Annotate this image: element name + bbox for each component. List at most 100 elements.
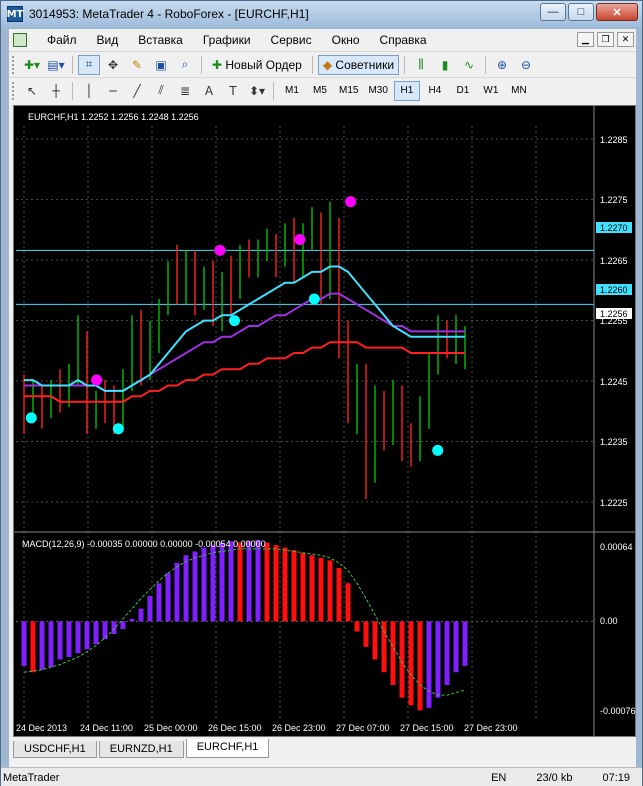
- macd-bar: [264, 542, 270, 622]
- close-button[interactable]: ✕: [596, 3, 638, 21]
- menu-charts[interactable]: Графики: [193, 29, 261, 51]
- zoom-out-icon[interactable]: ⊖: [515, 55, 537, 75]
- mdi-close-button[interactable]: ✕: [617, 32, 634, 47]
- data-window-icon[interactable]: ✎: [126, 55, 148, 75]
- macd-bar: [21, 621, 27, 666]
- timeframe-h1[interactable]: H1: [393, 80, 420, 101]
- mdi-minimize-button[interactable]: ▁: [577, 32, 594, 47]
- menu-help[interactable]: Справка: [370, 29, 437, 51]
- clock: 07:19: [602, 771, 630, 784]
- vertical-line-icon[interactable]: │: [78, 81, 100, 101]
- macd-bar: [156, 583, 162, 622]
- macd-label: 0.00: [600, 616, 618, 626]
- sell-signal-dot: [91, 374, 103, 386]
- horizontal-line-icon[interactable]: ─: [102, 81, 124, 101]
- zoom-in-icon[interactable]: ⊕: [491, 55, 513, 75]
- horizontal-lines[interactable]: [16, 249, 594, 305]
- price-chart[interactable]: EURCHF,H1 1.2252 1.2256 1.2248 1.2256 MA…: [14, 106, 635, 736]
- timeframe-m1[interactable]: M1: [279, 81, 305, 101]
- macd-bar: [273, 545, 279, 622]
- toolbar-grip[interactable]: [12, 81, 16, 100]
- time-label: 27 Dec 15:00: [400, 723, 454, 733]
- macd-bar: [417, 621, 423, 711]
- timeframe-h4[interactable]: H4: [422, 81, 448, 101]
- mdi-restore-button[interactable]: ❐: [597, 32, 614, 47]
- timeframe-m5[interactable]: M5: [307, 81, 333, 101]
- macd-bar: [210, 545, 216, 622]
- macd-bar: [435, 621, 441, 698]
- menu-view[interactable]: Вид: [87, 29, 129, 51]
- toolbar-grip[interactable]: [12, 55, 16, 74]
- macd-histogram: [16, 540, 594, 711]
- buy-signal-dot: [25, 412, 37, 424]
- macd-signal-line: [23, 548, 466, 696]
- macd-bar: [201, 547, 207, 622]
- separator: [273, 81, 274, 100]
- title-bar[interactable]: MT 3014953: MetaTrader 4 - RoboForex - […: [1, 1, 642, 27]
- macd-bar: [345, 583, 351, 622]
- buy-signal-dot: [112, 423, 124, 435]
- tab-usdchf[interactable]: USDCHF,H1: [13, 741, 97, 758]
- text-label-icon[interactable]: T: [222, 81, 244, 101]
- fibonacci-icon[interactable]: ≣: [174, 81, 196, 101]
- crosshair-icon[interactable]: ┼: [45, 81, 67, 101]
- strategy-tester-icon[interactable]: ⌕: [174, 55, 196, 75]
- terminal-icon[interactable]: ▣: [150, 55, 172, 75]
- timeframe-m30[interactable]: M30: [364, 81, 391, 101]
- price-label: 1.2235: [600, 437, 628, 447]
- navigator-icon[interactable]: ✥: [102, 55, 124, 75]
- market-watch-icon[interactable]: ⌗: [78, 54, 100, 75]
- time-label: 27 Dec 23:00: [464, 723, 518, 733]
- cursor-icon[interactable]: ↖: [21, 81, 43, 101]
- profiles-icon[interactable]: ▤▾: [45, 55, 67, 75]
- macd-bar: [93, 621, 99, 645]
- separator: [404, 55, 406, 74]
- separator: [72, 55, 73, 74]
- macd-bar: [30, 621, 36, 673]
- language-indicator[interactable]: EN: [491, 772, 506, 784]
- macd-bar: [165, 573, 171, 622]
- buy-signal-dot: [432, 444, 444, 456]
- hline-label: 1.2260: [600, 285, 628, 295]
- timeframe-w1[interactable]: W1: [478, 81, 504, 101]
- menu-window[interactable]: Окно: [322, 29, 370, 51]
- macd-bar: [219, 542, 225, 622]
- channel-icon[interactable]: ⫽: [150, 81, 172, 101]
- arrows-icon[interactable]: ⬍▾: [246, 81, 268, 101]
- window-controls: — □ ✕: [540, 3, 638, 21]
- new-order-button[interactable]: ✚ Новый Ордер: [207, 55, 307, 75]
- app-window: MT 3014953: MetaTrader 4 - RoboForex - […: [0, 0, 643, 786]
- line-studies-toolbar: ↖ ┼ │ ─ ╱ ⫽ ≣ A T ⬍▾ M1 M5 M15 M30 H1 H4…: [9, 77, 636, 103]
- new-order-label: Новый Ордер: [225, 57, 302, 72]
- text-icon[interactable]: A: [198, 81, 220, 101]
- chart-window[interactable]: EURCHF,H1 1.2252 1.2256 1.2248 1.2256 MA…: [13, 105, 636, 737]
- menu-tools[interactable]: Сервис: [261, 29, 322, 51]
- timeframe-m15[interactable]: M15: [335, 81, 362, 101]
- minimize-button[interactable]: —: [540, 3, 566, 21]
- tab-eurchf[interactable]: EURCHF,H1: [185, 739, 270, 758]
- menu-insert[interactable]: Вставка: [128, 29, 193, 51]
- price-label: 1.2275: [600, 195, 628, 205]
- chart-document-icon[interactable]: [13, 33, 27, 47]
- menu-file[interactable]: Файл: [37, 29, 87, 51]
- candles: [23, 201, 466, 499]
- maximize-button[interactable]: □: [568, 3, 594, 21]
- tab-eurnzd[interactable]: EURNZD,H1: [98, 741, 184, 758]
- macd-bar: [462, 621, 468, 666]
- macd-bar: [246, 541, 252, 622]
- macd-bar: [309, 555, 315, 622]
- macd-header: MACD(12,26,9) -0.00035 0.00000 0.00000 -…: [22, 539, 266, 549]
- status-bar: MetaTrader EN 23/0 kb 07:19: [1, 767, 642, 786]
- trendline-icon[interactable]: ╱: [126, 81, 148, 101]
- timeframe-d1[interactable]: D1: [450, 81, 476, 101]
- expert-advisors-button[interactable]: ◆ Советники: [317, 54, 400, 75]
- macd-bar: [363, 621, 369, 647]
- connection-status[interactable]: 23/0 kb: [536, 772, 572, 784]
- line-chart-icon[interactable]: ∿: [458, 55, 480, 75]
- candlestick-icon[interactable]: ▮: [434, 55, 456, 75]
- macd-bar: [66, 621, 72, 657]
- bar-chart-icon[interactable]: ⫼: [410, 55, 432, 75]
- timeframe-mn[interactable]: MN: [506, 81, 532, 101]
- price-label: 1.2225: [600, 498, 628, 508]
- new-chart-icon[interactable]: ✚▾: [21, 55, 43, 75]
